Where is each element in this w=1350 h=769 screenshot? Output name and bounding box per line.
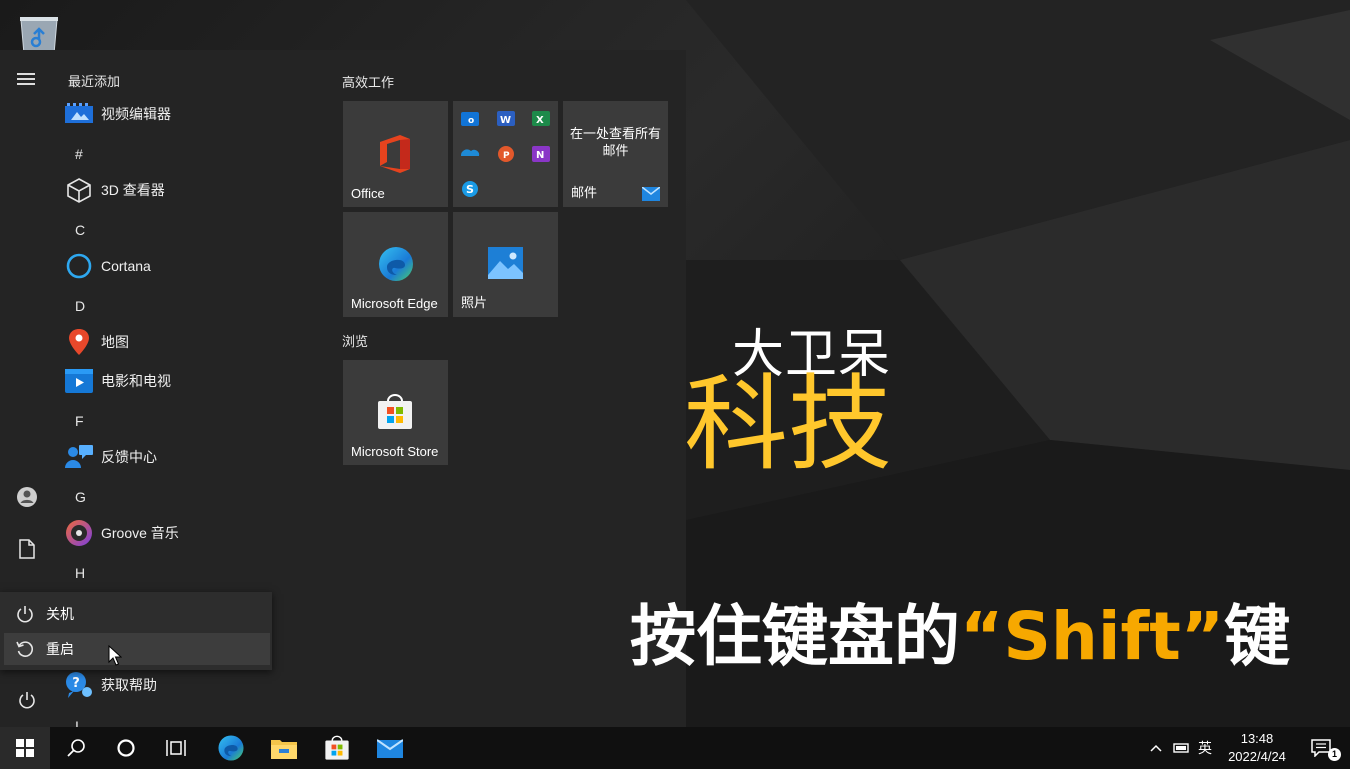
restart-menu-item[interactable]: 重启	[4, 633, 270, 665]
groove-music-icon	[64, 518, 94, 548]
mail-icon	[641, 186, 661, 206]
start-menu: 最近添加 视频编辑器 # 3D 查看器 C Cortana D 地图 电影和电视…	[0, 50, 686, 727]
letter-header[interactable]: C	[75, 222, 85, 238]
group-title-productivity[interactable]: 高效工作	[342, 72, 394, 91]
task-view-icon	[166, 740, 186, 756]
svg-text:S: S	[466, 183, 474, 196]
input-method-indicator[interactable]: 英	[1194, 727, 1216, 769]
clock-time: 13:48	[1240, 731, 1274, 746]
svg-text:X: X	[536, 115, 544, 126]
letter-header[interactable]: #	[75, 146, 83, 162]
store-icon	[325, 735, 349, 760]
hamburger-menu-icon[interactable]	[17, 73, 35, 85]
app-get-help[interactable]: ? 获取帮助	[64, 668, 274, 702]
letter-header[interactable]: D	[75, 298, 85, 314]
video-editor-icon	[64, 99, 94, 129]
taskbar: 英 13:48 2022/4/24	[0, 727, 1350, 769]
folder-icon	[271, 740, 297, 759]
taskbar-store-button[interactable]	[312, 727, 362, 769]
group-title-browse[interactable]: 浏览	[342, 331, 368, 350]
tile-microsoft-edge[interactable]: Microsoft Edge	[343, 212, 448, 317]
taskbar-mail-button[interactable]	[365, 727, 415, 769]
edge-icon	[377, 245, 415, 288]
notification-count-badge: 1	[1328, 748, 1341, 761]
3d-viewer-icon	[64, 175, 94, 205]
taskbar-file-explorer-button[interactable]	[259, 727, 309, 769]
search-button[interactable]	[51, 727, 101, 769]
office-icon	[378, 134, 412, 179]
user-avatar-icon[interactable]	[7, 477, 47, 517]
shutdown-menu-item[interactable]: 关机	[4, 598, 270, 630]
documents-icon[interactable]	[7, 529, 47, 569]
app-groove-music[interactable]: Groove 音乐	[64, 516, 274, 550]
letter-header[interactable]: G	[75, 489, 86, 505]
video-caption: 按住键盘的“Shift”键	[630, 598, 1291, 675]
search-icon	[67, 739, 85, 757]
tile-photos[interactable]: 照片	[453, 212, 558, 317]
edge-icon	[218, 735, 244, 761]
power-icon	[14, 603, 36, 625]
tile-office[interactable]: Office	[343, 101, 448, 207]
mail-icon	[377, 739, 403, 758]
app-video-editor[interactable]: 视频编辑器	[64, 97, 274, 131]
feedback-hub-icon	[64, 442, 94, 472]
letter-header[interactable]: I	[75, 718, 79, 727]
task-view-button[interactable]	[152, 727, 202, 769]
app-3d-viewer[interactable]: 3D 查看器	[64, 173, 274, 207]
chevron-up-icon	[1150, 744, 1162, 752]
tile-microsoft-store[interactable]: Microsoft Store	[343, 360, 448, 465]
cortana-button[interactable]	[101, 727, 151, 769]
tile-mail[interactable]: 在一处查看所有邮件 邮件	[563, 101, 668, 207]
network-button[interactable]	[1170, 727, 1192, 769]
desktop: 最近添加 视频编辑器 # 3D 查看器 C Cortana D 地图 电影和电视…	[0, 0, 1350, 727]
svg-text:W: W	[500, 115, 511, 126]
svg-text:P: P	[503, 151, 510, 161]
network-icon	[1173, 743, 1189, 753]
app-feedback-hub[interactable]: 反馈中心	[64, 440, 274, 474]
power-icon[interactable]	[7, 680, 47, 720]
taskbar-clock[interactable]: 13:48 2022/4/24	[1218, 730, 1296, 766]
maps-icon	[64, 327, 94, 357]
app-cortana[interactable]: Cortana	[64, 249, 274, 283]
restart-icon	[14, 638, 36, 660]
mail-tile-text: 在一处查看所有邮件	[569, 126, 661, 158]
recently-added-heading: 最近添加	[68, 74, 121, 89]
windows-logo-icon	[16, 739, 34, 757]
cortana-icon	[64, 251, 94, 281]
tile-office-apps-folder[interactable]: o W X P N S	[453, 101, 558, 207]
letter-header[interactable]: F	[75, 413, 84, 429]
svg-text:?: ?	[72, 676, 80, 691]
office-apps-icon: o W X P N S	[460, 111, 550, 197]
show-hidden-icons-button[interactable]	[1146, 727, 1166, 769]
brand-watermark-line2: 科技	[684, 363, 893, 485]
app-movies-tv[interactable]: 电影和电视	[64, 364, 274, 398]
power-options-menu: 关机 重启	[0, 592, 272, 670]
letter-header[interactable]: H	[75, 565, 85, 581]
svg-text:N: N	[536, 150, 544, 161]
svg-text:o: o	[468, 116, 474, 126]
store-icon	[376, 393, 414, 436]
movies-tv-icon	[64, 366, 94, 396]
get-help-icon: ?	[64, 670, 94, 700]
photos-icon	[488, 247, 523, 284]
cortana-circle-icon	[117, 739, 135, 757]
start-button[interactable]	[0, 727, 50, 769]
clock-date: 2022/4/24	[1228, 749, 1286, 764]
mouse-cursor-icon	[108, 644, 123, 667]
taskbar-edge-button[interactable]	[206, 727, 256, 769]
app-maps[interactable]: 地图	[64, 325, 274, 359]
